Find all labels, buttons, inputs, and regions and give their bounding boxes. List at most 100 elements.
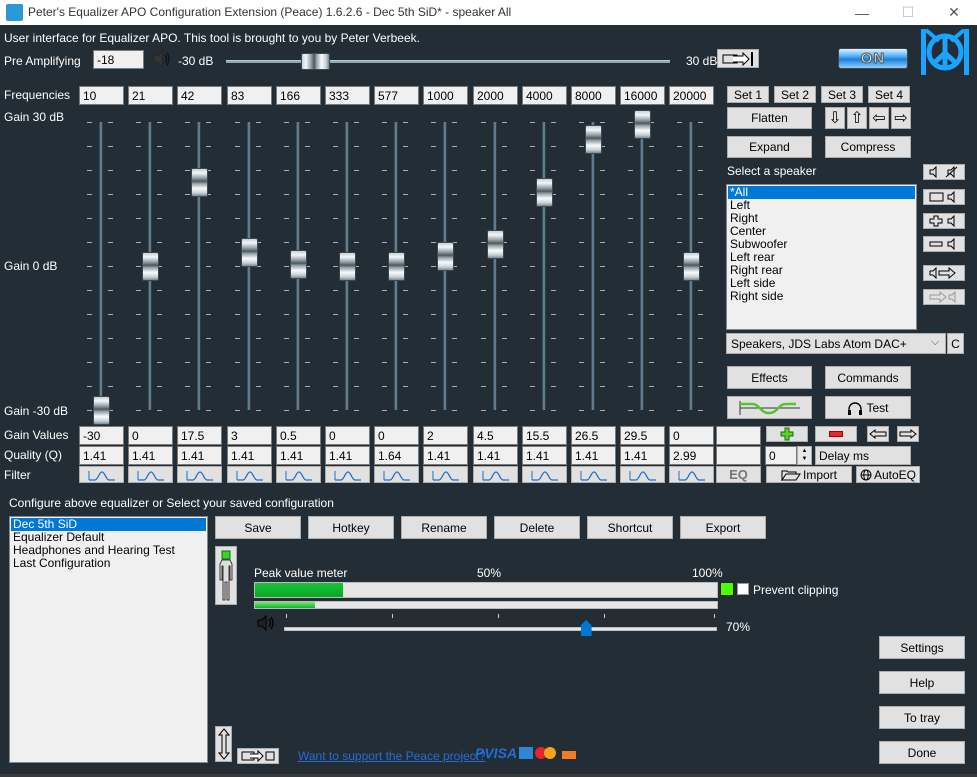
filter-type-button[interactable]	[227, 466, 272, 483]
filter-type-button[interactable]	[669, 466, 714, 483]
gain-value-field[interactable]: 3	[227, 426, 272, 445]
gain-slider-thumb[interactable]	[93, 396, 110, 425]
remove-band-button[interactable]	[815, 426, 857, 442]
frequency-field[interactable]: 83	[227, 86, 272, 105]
done-button[interactable]: Done	[879, 741, 965, 764]
test-button[interactable]: Test	[825, 396, 911, 419]
frequency-field[interactable]: 166	[276, 86, 321, 105]
spin-down-icon[interactable]: ▼	[798, 455, 811, 463]
gain-slider-thumb[interactable]	[339, 252, 356, 281]
gain-slider-thumb[interactable]	[437, 242, 454, 272]
frequency-field[interactable]: 4000	[522, 86, 567, 105]
move-band-right-button[interactable]	[897, 426, 919, 442]
expand-button[interactable]: Expand	[727, 136, 812, 158]
gain-slider[interactable]	[628, 110, 656, 414]
gain-slider-thumb[interactable]	[634, 110, 651, 140]
quality-field[interactable]: 1.41	[423, 446, 468, 465]
config-list-item[interactable]: Last Configuration	[11, 557, 206, 570]
close-button[interactable]: ✕	[931, 0, 977, 25]
shift-down-button[interactable]: ⇩	[825, 107, 845, 129]
gain-slider[interactable]	[185, 118, 213, 414]
set-1-button[interactable]: Set 1	[727, 86, 769, 103]
filter-type-button[interactable]	[128, 466, 173, 483]
gain-value-field[interactable]: 0	[669, 426, 714, 445]
pre-amp-input[interactable]: -18	[93, 50, 144, 69]
delay-input[interactable]: 0	[765, 446, 797, 465]
quality-field[interactable]: 1.41	[227, 446, 272, 465]
frequency-field[interactable]: 42	[177, 86, 222, 105]
quality-field[interactable]: 1.41	[276, 446, 321, 465]
quality-field[interactable]: 2.99	[669, 446, 714, 465]
shift-left-button[interactable]: ⇦	[869, 107, 889, 129]
volume-slider[interactable]	[284, 614, 717, 636]
filter-type-button[interactable]	[423, 466, 468, 483]
filter-type-button[interactable]	[325, 466, 370, 483]
gain-slider-thumb[interactable]	[683, 252, 700, 281]
effects-button[interactable]: Effects	[727, 366, 812, 389]
commands-button[interactable]: Commands	[825, 366, 911, 389]
maximize-button[interactable]: ☐	[885, 0, 931, 25]
compress-button[interactable]: Compress	[825, 136, 911, 158]
gain-slider-thumb[interactable]	[290, 249, 307, 279]
quality-field[interactable]: 1.41	[522, 446, 567, 465]
device-c-button[interactable]: C	[947, 333, 964, 354]
gain-slider-thumb[interactable]	[191, 168, 208, 197]
filter-type-button[interactable]	[522, 466, 567, 483]
speaker-paste-button[interactable]	[923, 289, 965, 305]
speaker-copy-to-button[interactable]	[923, 265, 965, 281]
set-3-button[interactable]: Set 3	[821, 86, 863, 103]
gain-slider[interactable]	[481, 118, 509, 414]
gain-slider[interactable]	[235, 118, 263, 414]
prevent-clipping-checkbox[interactable]	[737, 583, 749, 595]
config-list[interactable]: Dec 5th SiD Equalizer Default Headphones a…	[9, 516, 208, 763]
window-mode-button[interactable]	[237, 748, 279, 764]
frequency-field[interactable]: 20000	[669, 86, 714, 105]
power-toggle[interactable]: ON	[838, 48, 908, 69]
gain-slider-thumb[interactable]	[241, 237, 258, 267]
speaker-list[interactable]: *All Left Right Center Subwoofer Left rear Rig…	[726, 184, 917, 330]
speaker-list-item[interactable]: *All	[728, 186, 915, 199]
apply-pre-amp-button[interactable]	[717, 49, 759, 68]
frequency-field[interactable]: 21	[128, 86, 173, 105]
filter-type-button[interactable]	[374, 466, 419, 483]
eq-button[interactable]: EQ	[716, 466, 761, 483]
gain-slider[interactable]	[87, 118, 115, 425]
extra-q-field[interactable]	[716, 446, 761, 465]
set-4-button[interactable]: Set 4	[868, 86, 910, 103]
quality-field[interactable]: 1.41	[325, 446, 370, 465]
export-button[interactable]: Export	[680, 516, 766, 539]
shortcut-button[interactable]: Shortcut	[587, 516, 673, 539]
filter-type-button[interactable]	[473, 466, 518, 483]
speaker-add-button[interactable]	[923, 213, 965, 229]
gain-slider[interactable]	[284, 118, 312, 414]
speaker-remove-button[interactable]	[923, 236, 965, 252]
speaker-select-only-button[interactable]	[923, 189, 965, 205]
body-button[interactable]	[215, 546, 237, 605]
payment-logos[interactable]: PVISA	[475, 745, 577, 761]
shift-right-button[interactable]: ⇨	[891, 107, 911, 129]
frequency-field[interactable]: 10	[79, 86, 124, 105]
gain-slider-thumb[interactable]	[585, 124, 602, 154]
minimize-button[interactable]: —	[839, 0, 885, 25]
gain-value-field[interactable]: 0	[325, 426, 370, 445]
gain-slider[interactable]	[333, 118, 361, 414]
speaker-icon[interactable]	[152, 50, 172, 71]
help-button[interactable]: Help	[879, 671, 965, 694]
gain-slider-thumb[interactable]	[142, 252, 159, 281]
gain-slider[interactable]	[530, 118, 558, 414]
hotkey-button[interactable]: Hotkey	[308, 516, 394, 539]
speaker-list-item[interactable]: Right side	[728, 290, 915, 303]
device-select[interactable]: Speakers, JDS Labs Atom DAC+ ⌵	[726, 333, 946, 354]
gain-value-field[interactable]: 17.5	[177, 426, 222, 445]
gain-slider[interactable]	[136, 118, 164, 414]
frequency-field[interactable]: 333	[325, 86, 370, 105]
flatten-button[interactable]: Flatten	[727, 107, 812, 129]
save-button[interactable]: Save	[215, 516, 301, 539]
quality-field[interactable]: 1.41	[177, 446, 222, 465]
gain-value-field[interactable]: 0	[374, 426, 419, 445]
quality-field[interactable]: 1.41	[128, 446, 173, 465]
add-band-button[interactable]	[766, 426, 808, 442]
graph-button[interactable]	[727, 396, 812, 419]
filter-type-button[interactable]	[276, 466, 321, 483]
gain-value-field[interactable]: 0.5	[276, 426, 321, 445]
